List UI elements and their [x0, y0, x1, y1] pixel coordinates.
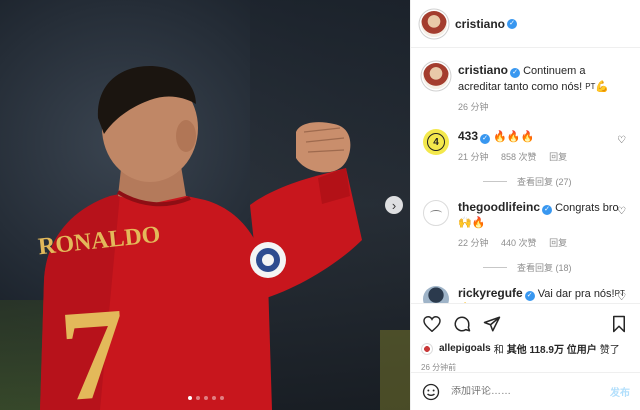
emoji-icons: 🙌🔥 [458, 217, 486, 229]
comment-time[interactable]: 22 分钟 [458, 238, 489, 248]
add-comment-bar: 发布 [411, 372, 640, 410]
reply-button[interactable]: 回复 [549, 238, 567, 248]
comment-username[interactable]: 433 [458, 129, 478, 143]
verified-icon: ✓ [542, 205, 552, 215]
likes-others[interactable]: 其他 118.9万 位用户 [507, 341, 597, 356]
likes-connector: 和 [493, 345, 504, 356]
author-avatar[interactable] [421, 10, 447, 37]
carousel-dot [212, 396, 216, 400]
post-header: cristiano ✓ [411, 0, 640, 48]
caption-avatar[interactable] [423, 63, 449, 89]
comment-input[interactable] [451, 386, 610, 397]
liker-username[interactable]: allepigoals [439, 343, 491, 354]
flexed-arm-icon: 💪 [595, 81, 610, 93]
bookmark-icon[interactable] [608, 313, 630, 335]
comment-item: 4 433 ✓ 🔥🔥🔥 21 分钟 858 次赞 回复 ♡ [411, 129, 640, 165]
like-comment-icon[interactable]: ♡ [617, 206, 626, 217]
verified-icon: ✓ [524, 291, 535, 301]
verified-icon: ✓ [507, 18, 518, 29]
like-comment-icon[interactable]: ♡ [617, 135, 626, 146]
view-replies-button[interactable]: 查看回复 (27) [483, 175, 640, 188]
post-photo[interactable]: RONALDO 7 › [0, 0, 410, 410]
reply-button[interactable]: 回复 [549, 152, 567, 162]
ricky-avatar[interactable] [423, 286, 449, 303]
fire-icons: 🔥🔥🔥 [493, 131, 535, 143]
comments-list[interactable]: cristiano ✓ Continuem a acreditar tanto c… [411, 49, 640, 303]
likes-summary[interactable]: allepigoals 和 其他 118.9万 位用户 赞了 [421, 341, 630, 356]
caption: cristiano ✓ Continuem a acreditar tanto c… [411, 63, 640, 115]
comment-item: rickyregufe✓ Vai dar pra nós!PT 💪 ♡ [411, 286, 640, 303]
author-username[interactable]: cristiano [455, 17, 505, 31]
goodlife-avatar[interactable] [423, 200, 449, 226]
verified-icon: ✓ [510, 68, 521, 78]
comment-item: thegoodlifeinc ✓ Congrats bro 🙌🔥 22 分钟 44… [411, 200, 640, 251]
comment-text: Vai dar pra nós! [537, 288, 615, 300]
post-actions: allepigoals 和 其他 118.9万 位用户 赞了 26 分钟前 [411, 303, 640, 373]
comment-likes[interactable]: 858 次赞 [501, 152, 537, 162]
carousel-dots [188, 396, 224, 400]
caption-time[interactable]: 26 分钟 [458, 102, 489, 112]
comment-username[interactable]: rickyregufe [458, 286, 523, 300]
carousel-dot [196, 396, 200, 400]
comment-text: Congrats bro [555, 202, 619, 214]
comment-icon[interactable] [451, 313, 473, 335]
carousel-dot [204, 396, 208, 400]
carousel-dot [220, 396, 224, 400]
comment-time[interactable]: 21 分钟 [458, 152, 489, 162]
share-icon[interactable] [481, 313, 503, 335]
player-figure: RONALDO 7 [37, 66, 362, 410]
carousel-dot [188, 396, 192, 400]
comment-username[interactable]: thegoodlifeinc [458, 200, 540, 214]
like-icon[interactable] [421, 313, 443, 335]
caption-username[interactable]: cristiano [458, 63, 508, 77]
comment-likes[interactable]: 440 次赞 [501, 238, 537, 248]
emoji-icon[interactable] [421, 382, 441, 402]
post-comment-button[interactable]: 发布 [610, 384, 630, 399]
liker-avatar [421, 342, 433, 355]
jersey-number: 7 [56, 281, 131, 410]
like-comment-icon[interactable]: ♡ [617, 292, 626, 303]
433-avatar[interactable]: 4 [423, 129, 449, 155]
post-sidebar: cristiano ✓ cristiano ✓ Continuem a acred… [410, 0, 640, 410]
likes-suffix: 赞了 [599, 345, 620, 356]
verified-icon: ✓ [480, 134, 491, 144]
view-replies-button[interactable]: 查看回复 (18) [483, 261, 640, 274]
next-photo-button[interactable]: › [385, 196, 403, 214]
flag-pt: PT [585, 82, 596, 91]
